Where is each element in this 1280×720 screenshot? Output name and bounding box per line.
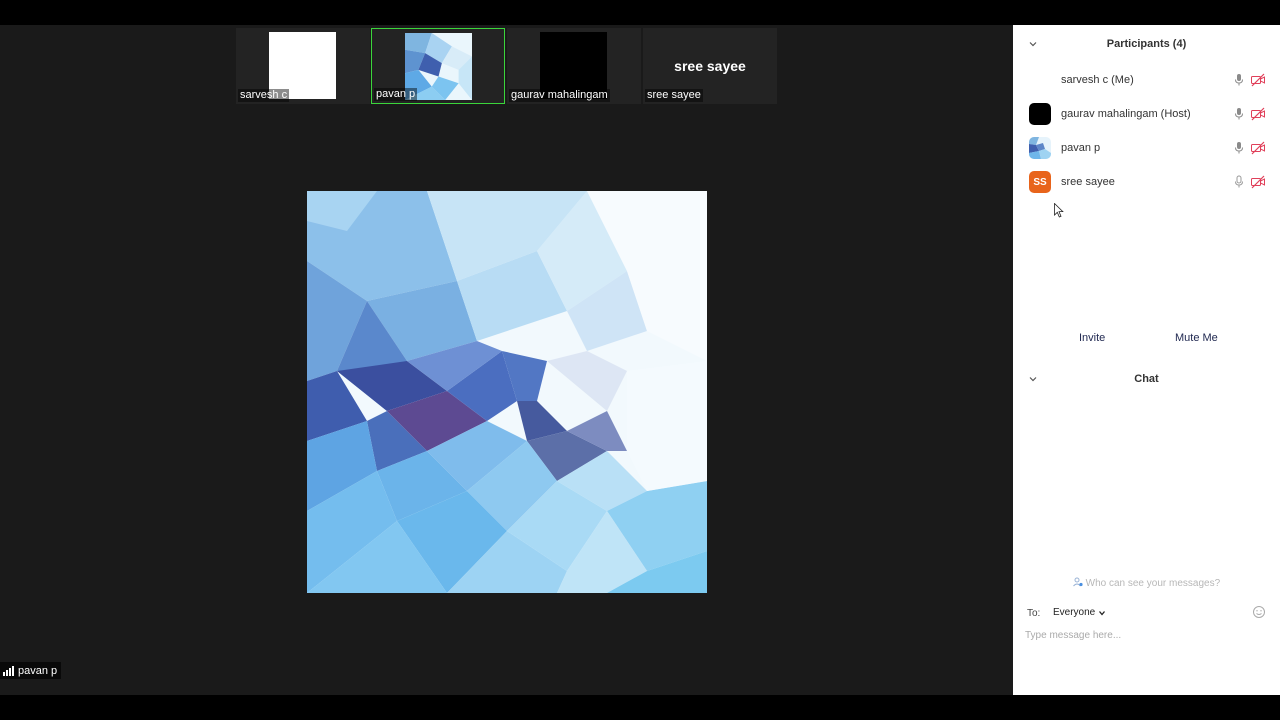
side-panel: Participants (4) sarvesh c (Me) gaurav m… xyxy=(1013,25,1280,695)
invite-button[interactable]: Invite xyxy=(1079,332,1105,344)
microphone-icon[interactable] xyxy=(1232,140,1246,156)
video-off-icon[interactable] xyxy=(1250,72,1266,88)
participants-title: Participants (4) xyxy=(1106,38,1187,50)
mouse-cursor-icon xyxy=(1054,203,1064,218)
chevron-down-icon xyxy=(1099,610,1106,616)
chat-title: Chat xyxy=(1134,373,1159,385)
recipient-dropdown[interactable]: Everyone xyxy=(1053,607,1106,618)
video-off-icon[interactable] xyxy=(1250,106,1266,122)
participant-name: sarvesh c (Me) xyxy=(1061,74,1134,86)
video-off-icon[interactable] xyxy=(1250,174,1266,190)
gallery-tile-sarvesh[interactable]: sarvesh c xyxy=(236,28,370,104)
chat-header: Chat xyxy=(1013,369,1280,389)
emoji-icon[interactable] xyxy=(1252,605,1266,619)
recipient-value: Everyone xyxy=(1053,607,1096,618)
microphone-icon[interactable] xyxy=(1232,174,1246,190)
signal-strength-icon xyxy=(3,665,14,676)
microphone-icon[interactable] xyxy=(1232,72,1246,88)
active-speaker-label: pavan p xyxy=(0,662,62,679)
participant-name: sree sayee xyxy=(1061,176,1115,188)
avatar: SS xyxy=(1029,171,1051,193)
video-off-icon[interactable] xyxy=(1250,140,1266,156)
mute-me-button[interactable]: Mute Me xyxy=(1175,332,1218,344)
participant-name: pavan p xyxy=(1061,142,1101,154)
chat-message-input[interactable] xyxy=(1025,627,1270,643)
speaker-name: pavan p xyxy=(18,664,58,677)
bottom-black-bar xyxy=(0,695,1280,720)
top-black-bar xyxy=(0,0,1280,25)
tile-name-label: sree sayee xyxy=(645,89,703,102)
participant-row[interactable]: gaurav mahalingam (Host) xyxy=(1013,100,1280,130)
microphone-icon[interactable] xyxy=(1232,106,1246,122)
participant-name: gaurav mahalingam (Host) xyxy=(1061,108,1191,120)
participants-header: Participants (4) xyxy=(1013,34,1280,54)
tile-name-label: pavan p xyxy=(374,88,418,101)
tile-display-name: sree sayee xyxy=(674,58,746,74)
participant-row[interactable]: sarvesh c (Me) xyxy=(1013,66,1280,96)
gallery-tile-pavan[interactable]: pavan p xyxy=(371,28,505,104)
tile-name-label: gaurav mahalingam xyxy=(509,89,610,102)
gallery-tile-gaurav[interactable]: gaurav mahalingam xyxy=(507,28,641,104)
to-label: To: xyxy=(1027,608,1041,619)
gallery-tile-sree[interactable]: sree sayee sree sayee xyxy=(643,28,777,104)
avatar xyxy=(1029,103,1051,125)
participant-row[interactable]: pavan p xyxy=(1013,134,1280,164)
avatar xyxy=(1029,137,1051,159)
active-speaker-video xyxy=(307,191,707,593)
message-visibility-notice[interactable]: Who can see your messages? xyxy=(1013,577,1280,589)
user-info-icon xyxy=(1072,577,1083,587)
video-stage: sarvesh c pavan p gaurav mahalingam sree xyxy=(0,25,1013,695)
participant-row[interactable]: SS sree sayee xyxy=(1013,168,1280,198)
visibility-notice-text: Who can see your messages? xyxy=(1085,578,1221,589)
gallery-strip: sarvesh c pavan p gaurav mahalingam sree xyxy=(236,28,778,104)
tile-name-label: sarvesh c xyxy=(238,89,290,102)
